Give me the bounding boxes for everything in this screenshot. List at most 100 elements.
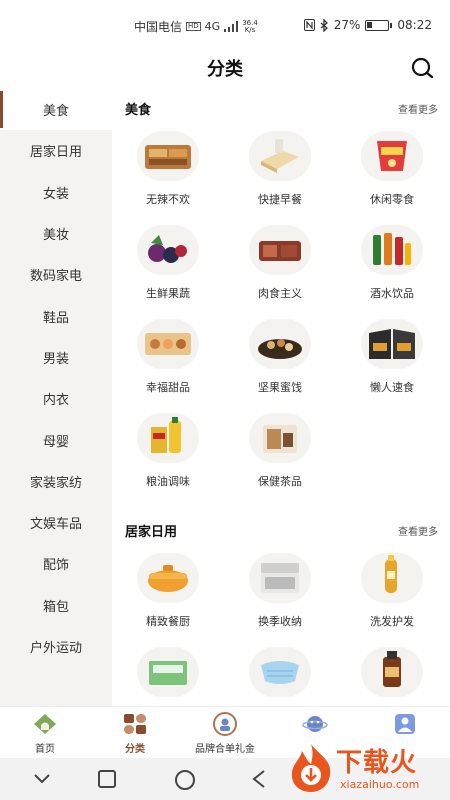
product-thumbnail (361, 225, 423, 275)
category-tile[interactable]: 洗发护发 (336, 549, 448, 643)
home-circle-icon[interactable] (174, 769, 196, 791)
category-tile-label: 坚果蜜饯 (258, 381, 302, 394)
category-tile[interactable]: 懒人速食 (336, 315, 448, 409)
category-tile[interactable]: 换季收纳 (224, 549, 336, 643)
product-thumbnail (249, 553, 311, 603)
product-thumbnail (249, 647, 311, 697)
nav-category-label: 分类 (125, 744, 145, 755)
nav-discover[interactable] (270, 711, 360, 740)
net-speed-unit: K/s (244, 25, 256, 34)
hd-badge: HD (186, 22, 201, 31)
category-content: 美食 查看更多 无辣不欢 快捷早餐 休闲零食 生鲜果蔬 肉食主义 酒水饮品 幸福甜品 坚果蜜饯 懒人… (112, 89, 450, 706)
category-tile-label: 懒人速食 (370, 381, 414, 394)
battery-icon (365, 19, 390, 31)
clock: 08:22 (397, 18, 432, 32)
search-button[interactable] (410, 56, 434, 80)
net-speed: 36.4 K/s (242, 19, 258, 34)
category-tile[interactable]: 快捷早餐 (224, 127, 336, 221)
category-tile[interactable]: 坚果蜜饯 (224, 315, 336, 409)
sidebar-item[interactable]: 鞋品 (0, 295, 112, 336)
sidebar-item-label: 美妆 (42, 228, 69, 244)
watermark: 下载火 xiazaihuo.com (284, 740, 444, 798)
watermark-text: 下载火 (336, 748, 418, 778)
sidebar-item[interactable]: 美食 (0, 89, 112, 131)
category-tile[interactable]: 精致餐厨 (112, 549, 224, 643)
sidebar-item[interactable]: 居家日用 (0, 130, 112, 171)
nav-profile[interactable] (360, 711, 450, 740)
category-tile-label: 幸福甜品 (146, 381, 190, 394)
category-icon (124, 714, 146, 734)
flame-logo-icon (291, 744, 331, 792)
nav-home[interactable]: 首页 (0, 711, 90, 755)
product-thumbnail (361, 319, 423, 369)
category-tile[interactable]: 生鲜果蔬 (112, 221, 224, 315)
sidebar-item[interactable]: 内衣 (0, 378, 112, 419)
product-thumbnail (361, 131, 423, 181)
sidebar-item[interactable]: 数码家电 (0, 254, 112, 295)
sidebar-item[interactable]: 箱包 (0, 585, 112, 626)
category-tile-label: 洗发护发 (370, 615, 414, 628)
sidebar-item[interactable]: 户外运动 (0, 626, 112, 667)
category-section: 美食 查看更多 无辣不欢 快捷早餐 休闲零食 生鲜果蔬 肉食主义 酒水饮品 幸福甜品 坚果蜜饯 懒人… (112, 89, 450, 503)
category-tile-label: 换季收纳 (258, 615, 302, 628)
sidebar-item[interactable]: 配饰 (0, 543, 112, 584)
category-sidebar: 美食居家日用女装美妆数码家电鞋品 男装内衣母婴家装家纺文娱车品配饰箱包户外运动 (0, 89, 112, 706)
nav-brand-label: 品牌合单礼金 (195, 744, 255, 755)
view-more-link[interactable]: 查看更多 (398, 101, 438, 116)
product-thumbnail (249, 131, 311, 181)
sidebar-item[interactable]: 文娱车品 (0, 502, 112, 543)
page-title: 分类 (207, 59, 243, 80)
sidebar-item[interactable]: 男装 (0, 337, 112, 378)
sidebar-item-label: 配饰 (42, 558, 69, 574)
view-more-link[interactable]: 查看更多 (398, 523, 438, 538)
signal-icon (224, 21, 239, 32)
product-thumbnail (137, 131, 199, 181)
nav-brand[interactable]: 品牌合单礼金 (180, 711, 270, 755)
nfc-icon (303, 19, 315, 31)
category-tile-label: 无辣不欢 (146, 193, 190, 206)
back-chevron-icon[interactable] (33, 769, 51, 787)
category-tile[interactable]: 粮油调味 (112, 409, 224, 503)
category-tile[interactable]: 保健茶品 (224, 409, 336, 503)
category-tile-label: 快捷早餐 (258, 193, 302, 206)
category-tile[interactable]: 肉食主义 (224, 221, 336, 315)
sidebar-item-label: 户外运动 (29, 641, 82, 656)
recents-square-icon[interactable] (97, 769, 117, 789)
category-tile[interactable]: 幸福甜品 (112, 315, 224, 409)
sidebar-item-label: 内衣 (42, 393, 69, 409)
back-triangle-icon[interactable] (252, 769, 266, 789)
search-icon (411, 57, 434, 79)
status-left: 中国电信 HD 4G 36.4 K/s (134, 18, 258, 35)
battery-percent: 27% (333, 18, 361, 32)
status-right: 27% 08:22 (303, 18, 432, 32)
category-grid: 精致餐厨 换季收纳 洗发护发 (112, 549, 450, 706)
product-thumbnail (137, 319, 199, 369)
sidebar-item-label: 居家日用 (29, 145, 82, 161)
category-tile-label: 保健茶品 (258, 475, 302, 488)
nav-home-label: 首页 (35, 744, 55, 755)
sidebar-item-label: 箱包 (42, 599, 69, 615)
section-title: 居家日用 (125, 525, 178, 540)
category-tile[interactable] (224, 643, 336, 706)
nav-category[interactable]: 分类 (90, 711, 180, 755)
status-bar: 中国电信 HD 4G 36.4 K/s 27% 08:22 (0, 0, 450, 50)
sidebar-item[interactable]: 美妆 (0, 213, 112, 254)
category-tile[interactable]: 无辣不欢 (112, 127, 224, 221)
product-thumbnail (137, 553, 199, 603)
sidebar-item[interactable]: 女装 (0, 172, 112, 213)
sidebar-item[interactable]: 母婴 (0, 419, 112, 460)
category-tile-label: 精致餐厨 (146, 615, 190, 628)
product-thumbnail (249, 225, 311, 275)
category-tile[interactable] (112, 643, 224, 706)
sidebar-item-label: 数码家电 (29, 269, 82, 285)
category-tile[interactable] (336, 643, 448, 706)
product-thumbnail (361, 647, 423, 697)
network-type: 4G (204, 20, 221, 33)
category-tile-label: 休闲零食 (370, 193, 414, 206)
sidebar-item-label: 家装家纺 (29, 475, 82, 491)
category-section: 居家日用 查看更多精致餐厨 换季收纳 洗发护发 (112, 511, 450, 706)
sidebar-item-label: 美食 (42, 104, 69, 120)
sidebar-item[interactable]: 家装家纺 (0, 461, 112, 502)
category-tile[interactable]: 休闲零食 (336, 127, 448, 221)
category-tile[interactable]: 酒水饮品 (336, 221, 448, 315)
